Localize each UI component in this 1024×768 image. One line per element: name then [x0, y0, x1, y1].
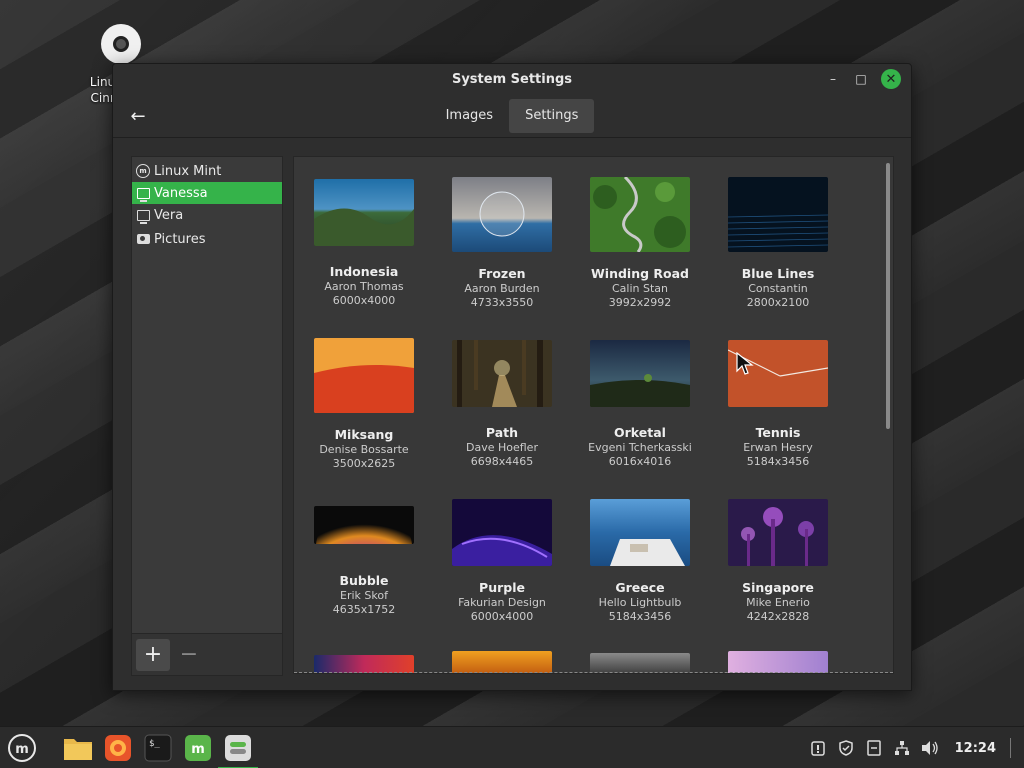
wallpaper-thumb-blue-lines[interactable] — [728, 177, 828, 252]
sidebar-item-label: Vera — [154, 207, 184, 223]
wallpaper-caption: Frozen Aaron Burden 4733x3550 — [464, 266, 540, 309]
camera-icon — [136, 234, 150, 244]
sidebar-item-label: Pictures — [154, 231, 206, 247]
wallpaper-caption: Tennis Erwan Hesry 5184x3456 — [743, 425, 813, 468]
wallpaper-caption: Greece Hello Lightbulb 5184x3456 — [598, 580, 682, 623]
sidebar: m Linux Mint Vanessa Vera Pictures + − — [131, 156, 283, 676]
wallpaper-thumb-indonesia[interactable] — [314, 179, 414, 246]
wallpaper-thumb[interactable] — [452, 651, 552, 673]
sidebar-item-vanessa[interactable]: Vanessa — [132, 182, 282, 204]
taskbar: m $_ m 12:24 — [0, 726, 1024, 768]
tab-images[interactable]: Images — [430, 99, 510, 133]
titlebar[interactable]: System Settings – □ ✕ — [113, 64, 911, 94]
terminal-icon[interactable]: $_ — [142, 732, 174, 764]
mintinstall-icon[interactable]: m — [182, 732, 214, 764]
svg-text:$_: $_ — [149, 739, 160, 749]
wallpaper-grid: Indonesia Aaron Thomas 6000x4000 Frozen … — [294, 157, 893, 673]
volume-icon[interactable] — [921, 739, 939, 757]
mouse-cursor-icon — [736, 352, 754, 375]
monitor-icon — [136, 187, 150, 202]
wallpaper-caption: Indonesia Aaron Thomas 6000x4000 — [324, 264, 404, 307]
sidebar-item-label: Vanessa — [154, 185, 208, 201]
monitor-icon — [136, 209, 150, 224]
mint-icon: m — [136, 164, 150, 178]
wallpaper-caption: Bubble Erik Skof 4635x1752 — [332, 573, 396, 616]
svg-text:m: m — [15, 742, 29, 757]
sidebar-item-label: Linux Mint — [154, 163, 222, 179]
sidebar-item-vera[interactable]: Vera — [132, 204, 282, 226]
system-tray: 12:24 — [809, 727, 1024, 768]
wallpaper-caption: Purple Fakurian Design 6000x4000 — [458, 580, 546, 623]
firefox-icon[interactable] — [102, 732, 134, 764]
wallpaper-caption: Path Dave Hoefler 6698x4465 — [466, 425, 538, 468]
clock[interactable]: 12:24 — [955, 741, 996, 756]
settings-icon[interactable] — [218, 732, 258, 768]
wallpaper-thumb[interactable] — [728, 651, 828, 673]
add-folder-button[interactable]: + — [136, 638, 170, 671]
wallpaper-thumb-purple[interactable] — [452, 499, 552, 566]
maximize-button[interactable]: □ — [847, 69, 875, 89]
svg-text:m: m — [191, 742, 205, 757]
wallpaper-caption: Blue Lines Constantin 2800x2100 — [741, 266, 815, 309]
sidebar-item-pictures[interactable]: Pictures — [132, 228, 282, 250]
sidebar-footer: + − — [132, 633, 282, 675]
wallpaper-thumb-frozen[interactable] — [452, 177, 552, 252]
wallpaper-thumb-greece[interactable] — [590, 499, 690, 566]
system-settings-window: System Settings – □ ✕ ← Images Settings … — [112, 63, 912, 691]
window-controls: – □ ✕ — [819, 69, 901, 89]
files-icon[interactable] — [62, 732, 94, 764]
tab-bar: Images Settings — [430, 98, 595, 133]
toolbar: ← Images Settings — [113, 94, 911, 138]
sidebar-item-linux-mint[interactable]: m Linux Mint — [132, 160, 282, 182]
wallpaper-thumb-singapore[interactable] — [728, 499, 828, 566]
tab-settings[interactable]: Settings — [509, 98, 595, 133]
menu-icon[interactable]: m — [6, 732, 38, 764]
minimize-button[interactable]: – — [819, 69, 847, 89]
wallpaper-thumb-orketal[interactable] — [590, 340, 690, 407]
notes-icon[interactable] — [865, 739, 883, 757]
scroll-edge-indicator — [294, 672, 893, 673]
disc-icon — [101, 24, 141, 64]
wallpaper-caption: Singapore Mike Enerio 4242x2828 — [742, 580, 814, 623]
wallpaper-thumb[interactable] — [590, 653, 690, 673]
shield-icon[interactable] — [837, 739, 855, 757]
update-icon[interactable] — [809, 739, 827, 757]
wallpaper-caption: Orketal Evgeni Tcherkasski 6016x4016 — [588, 425, 692, 468]
show-desktop-button[interactable] — [1010, 738, 1014, 758]
sidebar-list: m Linux Mint Vanessa Vera Pictures — [132, 157, 282, 250]
wallpaper-thumb-winding-road[interactable] — [590, 177, 690, 252]
wallpaper-thumb-bubble[interactable] — [314, 506, 414, 544]
close-button[interactable]: ✕ — [881, 69, 901, 89]
wallpaper-grid-panel: Indonesia Aaron Thomas 6000x4000 Frozen … — [293, 156, 894, 674]
wallpaper-thumb-path[interactable] — [452, 340, 552, 407]
back-arrow-icon[interactable]: ← — [125, 104, 151, 128]
scrollbar[interactable] — [886, 163, 890, 429]
wallpaper-thumb-miksang[interactable] — [314, 338, 414, 413]
wallpaper-caption: Winding Road Calin Stan 3992x2992 — [591, 266, 689, 309]
network-icon[interactable] — [893, 739, 911, 757]
remove-folder-button[interactable]: − — [172, 639, 206, 671]
wallpaper-caption: Miksang Denise Bossarte 3500x2625 — [319, 427, 409, 470]
window-title: System Settings — [451, 71, 573, 87]
